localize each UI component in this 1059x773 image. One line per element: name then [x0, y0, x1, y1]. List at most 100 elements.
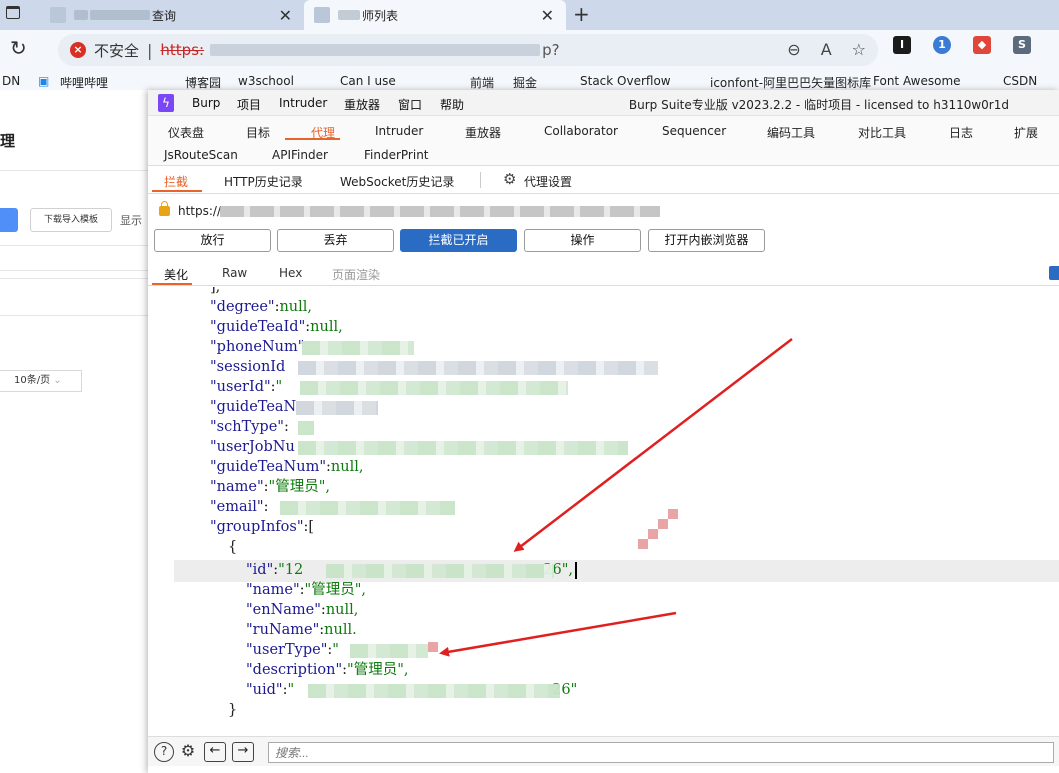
intercept-toolbar: 放行 丢弃 拦截已开启 操作 打开内嵌浏览器	[148, 228, 1059, 254]
tab-hex[interactable]: Hex	[279, 266, 302, 280]
tab-favicon-icon	[50, 7, 66, 23]
reload-icon[interactable]: ↻	[10, 36, 27, 60]
bookmark[interactable]: 哔哩哔哩	[60, 74, 108, 90]
bookmark[interactable]: DN	[2, 74, 20, 88]
request-target: https://	[148, 200, 1059, 226]
tab-intruder[interactable]: Intruder	[375, 124, 423, 138]
previous-match-icon[interactable]: ←	[204, 742, 226, 762]
favorite-star-icon[interactable]: ☆	[852, 40, 866, 59]
redacted-value	[300, 381, 568, 395]
bookmark[interactable]: Stack Overflow	[580, 74, 671, 88]
menu-project[interactable]: 项目	[237, 96, 261, 113]
next-match-icon[interactable]: →	[232, 742, 254, 762]
redacted-block	[338, 10, 360, 20]
tab-apifinder[interactable]: APIFinder	[272, 148, 328, 162]
settings-gear-icon[interactable]: ⚙	[178, 742, 198, 762]
redacted-value	[296, 401, 378, 415]
close-tab-icon[interactable]: ✕	[279, 6, 292, 25]
tab-logger[interactable]: 日志	[949, 124, 973, 141]
tab-sequencer[interactable]: Sequencer	[662, 124, 726, 138]
tab-dashboard[interactable]: 仪表盘	[168, 124, 204, 141]
code-line: "groupInfos":[	[210, 519, 315, 535]
redacted-url	[220, 206, 660, 217]
page-size-select[interactable]: 10条/页 ⌄	[0, 370, 82, 392]
redacted-value	[302, 341, 414, 355]
bookmark[interactable]: 掘金	[513, 74, 537, 90]
active-tab-indicator	[285, 138, 340, 140]
primary-button[interactable]	[0, 208, 18, 232]
code-line: ],	[210, 287, 221, 295]
forward-button[interactable]: 放行	[154, 229, 271, 252]
annotation-arrow	[439, 611, 677, 657]
extension-icon[interactable]: I	[893, 36, 911, 54]
menu-help[interactable]: 帮助	[440, 96, 464, 113]
menu-intruder[interactable]: Intruder	[279, 96, 327, 110]
tab-decoder[interactable]: 编码工具	[767, 124, 815, 141]
address-bar-row: ↻ × 不安全 | https: p? ⊖ A ☆ I 1 ◆ S	[0, 30, 1059, 70]
tab-target[interactable]: 目标	[246, 124, 270, 141]
bookmark[interactable]: iconfont-阿里巴巴矢量图标库	[710, 74, 871, 90]
tab-extensions[interactable]: 扩展	[1014, 124, 1038, 141]
code-line: "phoneNum"	[210, 339, 305, 355]
bookmark[interactable]: CSDN	[1003, 74, 1037, 88]
code-line: "schType":	[210, 419, 289, 435]
bookmark[interactable]: 博客园	[185, 74, 221, 90]
browser-tab[interactable]: 查询 ✕	[40, 0, 304, 30]
tab-title: 查询	[152, 8, 177, 23]
action-button[interactable]: 操作	[524, 229, 641, 252]
extension-icon[interactable]: S	[1013, 36, 1031, 54]
bookmark[interactable]: Can I use	[340, 74, 396, 88]
open-browser-button[interactable]: 打开内嵌浏览器	[648, 229, 765, 252]
tab-comparer[interactable]: 对比工具	[858, 124, 906, 141]
new-tab-icon[interactable]: +	[573, 2, 590, 26]
code-line: "userJobNu	[210, 439, 295, 455]
tab-websocket-history[interactable]: WebSocket历史记录	[340, 173, 454, 190]
pixel-artifact	[638, 539, 648, 549]
burp-menu-bar: ϟ Burp 项目 Intruder 重放器 窗口 帮助 Burp Suite专…	[148, 90, 1059, 116]
tab-jsroutescan[interactable]: JsRouteScan	[164, 148, 238, 162]
menu-repeater[interactable]: 重放器	[344, 96, 380, 113]
read-aloud-icon[interactable]: A	[821, 40, 832, 59]
code-line: "degree":null,	[210, 299, 313, 315]
bookmark[interactable]: Font Awesome	[873, 74, 961, 88]
tab-collaborator[interactable]: Collaborator	[544, 124, 618, 138]
tab-raw[interactable]: Raw	[222, 266, 247, 280]
help-icon[interactable]: ?	[154, 742, 174, 762]
zoom-icon[interactable]: ⊖	[787, 40, 800, 59]
search-input[interactable]	[268, 742, 1054, 763]
proxy-settings-button[interactable]: 代理设置	[524, 173, 572, 190]
tab-repeater[interactable]: 重放器	[465, 124, 501, 141]
bookmark[interactable]: w3school	[238, 74, 294, 88]
redacted-value	[350, 644, 428, 658]
message-editor[interactable]: ], "degree":null, "guideTeaId":null, "ph…	[148, 287, 1059, 734]
code-line: "enName":null,	[246, 602, 359, 618]
divider	[0, 245, 160, 246]
menu-window[interactable]: 窗口	[398, 96, 422, 113]
code-line: {	[228, 539, 238, 555]
page-title: 理	[0, 132, 16, 150]
address-bar[interactable]: × 不安全 | https: p? ⊖ A ☆	[58, 34, 878, 66]
main-tabs: 仪表盘 目标 代理 Intruder 重放器 Collaborator Sequ…	[148, 116, 1059, 166]
tab-pretty[interactable]: 美化	[164, 266, 188, 283]
burp-logo-icon: ϟ	[158, 94, 174, 112]
intercept-toggle-button[interactable]: 拦截已开启	[400, 229, 517, 252]
inspector-toggle-icon[interactable]	[1049, 266, 1059, 280]
drop-button[interactable]: 丢弃	[277, 229, 394, 252]
burp-suite-window: ϟ Burp 项目 Intruder 重放器 窗口 帮助 Burp Suite专…	[148, 90, 1059, 773]
gear-icon[interactable]: ⚙	[503, 170, 516, 188]
browser-tab-active[interactable]: 师列表 ✕	[304, 0, 566, 30]
tab-http-history[interactable]: HTTP历史记录	[224, 173, 303, 190]
extension-icon[interactable]: ◆	[973, 36, 991, 54]
window-title: Burp Suite专业版 v2023.2.2 - 临时项目 - license…	[628, 98, 1009, 112]
menu-burp[interactable]: Burp	[192, 96, 220, 110]
window-menu-icon[interactable]	[6, 6, 20, 19]
extension-icon[interactable]: 1	[933, 36, 951, 54]
bookmark[interactable]: 前端	[470, 74, 494, 90]
insecure-icon[interactable]: ×	[70, 42, 86, 58]
tab-render[interactable]: 页面渲染	[332, 266, 380, 283]
security-label[interactable]: 不安全	[94, 40, 139, 61]
tab-finderprint[interactable]: FinderPrint	[364, 148, 429, 162]
download-template-button[interactable]: 下载导入模板	[30, 208, 112, 232]
close-tab-icon[interactable]: ✕	[541, 6, 554, 25]
tab-intercept[interactable]: 拦截	[164, 173, 188, 190]
